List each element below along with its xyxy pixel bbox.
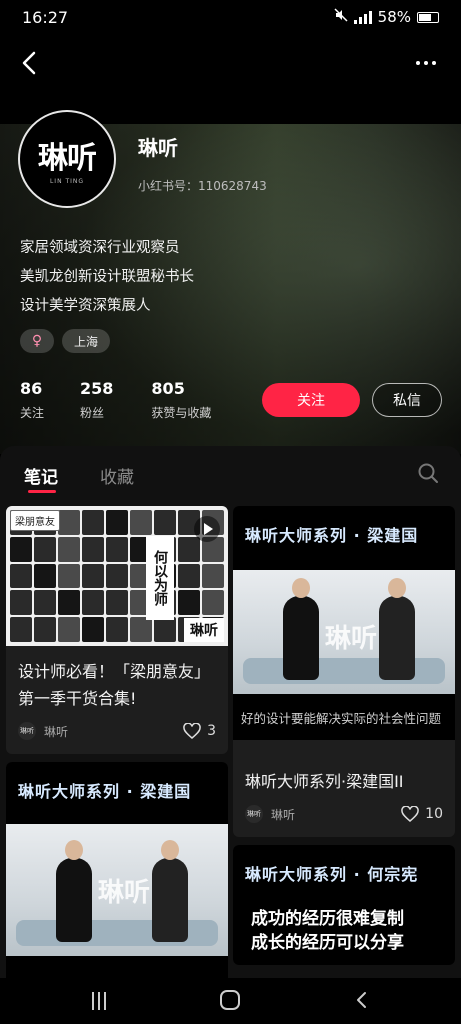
play-icon [194,516,220,542]
tab-notes[interactable]: 笔记 [24,463,58,488]
battery-percent: 58% [377,8,411,26]
cover-caption: 好的设计要能解决实际的社会性问题 [233,698,455,737]
scene-logo: 琳听 [325,624,378,654]
message-button[interactable]: 私信 [372,383,442,417]
cover-title: 琳听大师系列 · 何宗宪 [245,865,419,884]
avatar-logo: 琳听 [38,141,97,176]
cover-text: 成功的经历很难复制 成长的经历可以分享 [251,909,404,953]
tab-bar: 笔记 收藏 [0,446,461,500]
more-options-button[interactable] [411,48,441,78]
profile-header: 琳听 LIN TING 琳听 小红书号：110628743 家居领域资深行业观察… [0,34,461,454]
status-bar: 16:27 58% [0,0,461,34]
user-id: 小红书号：110628743 [138,179,267,193]
note-cover-image: 琳听大师系列 · 梁建国 琳听 好的设计要能解决实际的社会性问题 [233,506,455,740]
notes-panel: 笔记 收藏 梁朋意友 何以为师 琳听 设计师必看！「梁朋意友」第一季干货合集! [0,446,461,978]
notes-column-left: 梁朋意友 何以为师 琳听 设计师必看！「梁朋意友」第一季干货合集! 琳听 琳听 … [6,506,228,978]
like-button[interactable]: 10 [401,806,443,822]
note-cover-image: 琳听大师系列 · 梁建国 琳听 [6,762,228,978]
bio-line: 美凯龙创新设计联盟秘书长 [20,269,194,285]
bio: 家居领域资深行业观察员 美凯龙创新设计联盟秘书长 设计美学资深策展人 [20,234,194,321]
bio-line: 设计美学资深策展人 [20,298,151,314]
author-avatar: 琳听 [245,805,263,823]
search-icon [418,463,438,483]
scene-logo: 琳听 [98,878,151,908]
home-button[interactable] [220,990,240,1010]
note-card[interactable]: 琳听大师系列 · 何宗宪 成功的经历很难复制 成长的经历可以分享 [233,845,455,965]
cover-badge: 梁朋意友 [10,510,60,531]
follow-button[interactable]: 关注 [262,383,360,417]
note-card[interactable]: 梁朋意友 何以为师 琳听 设计师必看！「梁朋意友」第一季干货合集! 琳听 琳听 … [6,506,228,754]
search-button[interactable] [417,462,439,484]
tab-indicator [28,490,56,493]
profile-stats: 86 关注 258 粉丝 805 获赞与收藏 [20,379,211,421]
like-button[interactable]: 3 [183,723,216,739]
chevron-left-icon [22,51,36,75]
cover-title: 琳听大师系列 · 梁建国 [245,526,419,545]
note-card[interactable]: 琳听大师系列 · 梁建国 琳听 [6,762,228,978]
notes-column-right: 琳听大师系列 · 梁建国 琳听 好的设计要能解决实际的社会性问题 琳听大师系列·… [233,506,455,973]
stat-likes-collects[interactable]: 805 获赞与收藏 [151,379,211,421]
mute-icon [334,8,348,26]
note-title: 琳听大师系列·梁建国II [245,772,404,791]
system-nav-bar [0,978,461,1024]
like-count: 10 [425,806,443,822]
author-avatar: 琳听 [18,722,36,740]
tab-collections[interactable]: 收藏 [100,463,134,488]
note-cover-image: 琳听大师系列 · 何宗宪 成功的经历很难复制 成长的经历可以分享 [233,845,455,965]
note-card[interactable]: 琳听大师系列 · 梁建国 琳听 好的设计要能解决实际的社会性问题 琳听大师系列·… [233,506,455,837]
note-author[interactable]: 琳听 琳听 [245,805,295,823]
profile-tags: ♀ 上海 [20,329,111,353]
back-button[interactable] [18,48,44,78]
gender-female-icon: ♀ [20,329,54,353]
recents-button[interactable] [92,992,110,1010]
note-cover-image: 梁朋意友 何以为师 琳听 [6,506,228,646]
signal-icon [353,10,372,24]
avatar[interactable]: 琳听 LIN TING [18,110,116,208]
cover-title: 琳听大师系列 · 梁建国 [18,782,192,801]
back-arrow-icon [357,992,366,1008]
battery-icon [417,11,439,23]
cover-logo: 琳听 [184,618,224,642]
cover-vertical-title: 何以为师 [146,536,174,620]
stat-following[interactable]: 86 关注 [20,379,44,421]
top-nav [0,42,461,82]
heart-icon [401,806,419,822]
stat-followers[interactable]: 258 粉丝 [80,379,113,421]
system-back-button[interactable] [352,990,372,1010]
bio-line: 家居领域资深行业观察员 [20,240,180,256]
location-tag: 上海 [62,329,111,353]
heart-icon [183,723,201,739]
note-author[interactable]: 琳听 琳听 [18,722,68,740]
username: 琳听 [138,136,178,160]
like-count: 3 [207,723,216,739]
note-title: 设计师必看！「梁朋意友」第一季干货合集! [18,662,211,708]
status-time: 16:27 [22,7,69,27]
